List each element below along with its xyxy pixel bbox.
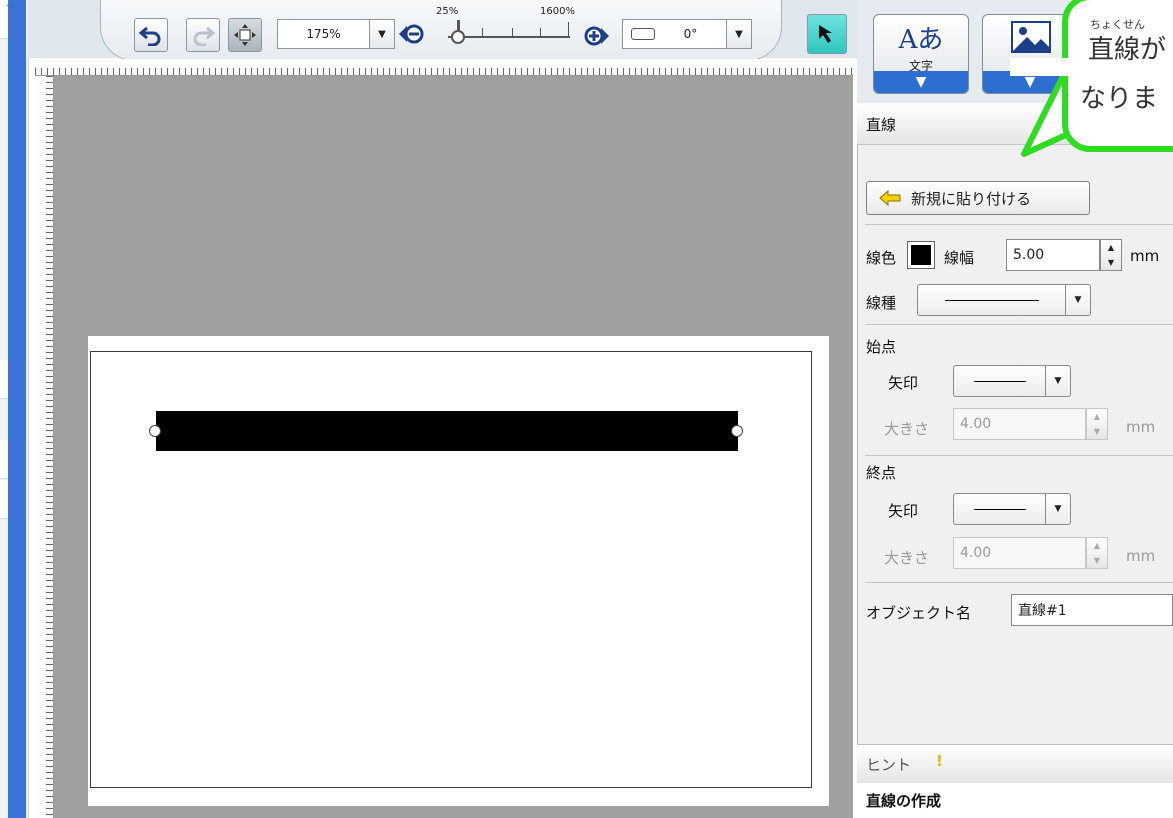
- paste-arrow-icon: [879, 190, 901, 206]
- start-size-label: 大きさ: [884, 420, 930, 438]
- zoom-min-label: 25%: [436, 6, 459, 17]
- end-size-stepper[interactable]: ▲ ▼: [1086, 537, 1108, 569]
- object-name-field[interactable]: 直線#1: [1011, 594, 1173, 626]
- object-name-label: オブジェクト名: [866, 604, 972, 622]
- line-type-select[interactable]: ▼: [917, 284, 1091, 316]
- line-type-preview: [918, 299, 1065, 301]
- zoom-slider-thumb[interactable]: [451, 30, 465, 44]
- redo-icon: [193, 26, 215, 46]
- hint-title: 直線の作成: [866, 792, 942, 810]
- chevron-down-icon[interactable]: ▼: [369, 20, 394, 48]
- start-arrow-preview: [954, 380, 1045, 382]
- insert-text-button[interactable]: Aあ 文字 ▼: [873, 14, 969, 94]
- zoom-out-icon: [399, 24, 424, 44]
- rotation-select[interactable]: 0° ▼: [622, 19, 752, 49]
- divider: [865, 324, 1173, 325]
- select-tool-button[interactable]: [807, 14, 847, 54]
- line-color-label: 線色: [866, 249, 897, 267]
- line-object[interactable]: [156, 411, 738, 451]
- divider: [865, 455, 1173, 456]
- line-color-fill: [911, 245, 931, 265]
- left-strip-row: [0, 480, 8, 519]
- zoom-tick: [568, 22, 569, 36]
- rotation-value: 0°: [683, 27, 698, 41]
- start-arrow-label: 矢印: [888, 374, 919, 392]
- zoom-tick: [482, 28, 483, 36]
- end-size-label: 大きさ: [884, 549, 930, 567]
- end-arrow-select[interactable]: ▼: [953, 493, 1071, 525]
- zoom-tick: [540, 28, 541, 36]
- start-point-label: 始点: [866, 338, 897, 356]
- divider: [865, 224, 1173, 225]
- line-width-unit: mm: [1130, 247, 1160, 265]
- chevron-down-icon[interactable]: ▼: [1045, 366, 1070, 396]
- hint-exclamation-icon: !: [936, 752, 943, 770]
- end-size-unit: mm: [1126, 547, 1156, 565]
- start-size-unit: mm: [1126, 418, 1156, 436]
- hint-header-label: ヒント: [866, 756, 912, 774]
- end-point-label: 終点: [866, 464, 897, 482]
- zoom-value: 175%: [306, 27, 341, 41]
- end-arrow-label: 矢印: [888, 502, 919, 520]
- line-width-label: 線幅: [944, 249, 975, 267]
- line-type-label: 線種: [866, 294, 897, 312]
- chevron-down-icon[interactable]: ▼: [874, 71, 968, 93]
- collapse-icon[interactable]: ◁: [6, 0, 16, 20]
- end-size-field[interactable]: 4.00: [953, 537, 1086, 569]
- divider: [865, 582, 1173, 583]
- left-strip-row: [0, 440, 8, 479]
- zoom-in-icon: [584, 26, 609, 46]
- start-size-stepper[interactable]: ▲ ▼: [1086, 408, 1108, 440]
- line-width-field[interactable]: 5.00: [1006, 239, 1100, 271]
- undo-icon: [139, 26, 161, 46]
- chevron-down-icon[interactable]: ▼: [1065, 285, 1090, 315]
- select-arrow-icon: [819, 25, 832, 43]
- line-width-stepper[interactable]: ▲ ▼: [1100, 239, 1122, 271]
- panel-title: 直線: [866, 116, 897, 134]
- zoom-max-label: 1600%: [540, 6, 575, 17]
- callout-tail-joint: [1010, 58, 1070, 76]
- line-color-swatch[interactable]: [907, 241, 935, 269]
- redo-button[interactable]: [186, 18, 220, 52]
- undo-button[interactable]: [134, 18, 168, 52]
- left-strip-row: [0, 360, 8, 399]
- callout-line1: 直線が: [1088, 35, 1167, 65]
- callout-line2: なりま: [1080, 84, 1159, 114]
- zoom-slider-track[interactable]: [448, 36, 570, 38]
- fit-page-icon: [234, 24, 256, 46]
- end-arrow-preview: [954, 508, 1045, 510]
- left-blue-bar: [8, 0, 26, 818]
- line-end-handle[interactable]: [731, 425, 743, 437]
- zoom-in-button[interactable]: [583, 22, 611, 50]
- ruler-horizontal: [35, 59, 853, 76]
- text-insert-icon: Aあ: [898, 25, 944, 55]
- rotation-swatch: [631, 28, 655, 40]
- chevron-down-icon[interactable]: ▼: [726, 20, 751, 48]
- chevron-down-icon[interactable]: ▼: [1045, 494, 1070, 524]
- line-start-handle[interactable]: [149, 425, 161, 437]
- zoom-tick: [512, 28, 513, 36]
- zoom-select[interactable]: 175% ▼: [277, 19, 395, 49]
- paste-new-button[interactable]: 新規に貼り付ける: [866, 181, 1090, 215]
- ruler-vertical: [35, 76, 54, 818]
- image-insert-icon: [1011, 21, 1051, 53]
- start-size-field[interactable]: 4.00: [953, 408, 1086, 440]
- zoom-out-button[interactable]: [397, 20, 425, 48]
- start-arrow-select[interactable]: ▼: [953, 365, 1071, 397]
- fit-page-button[interactable]: [228, 18, 262, 52]
- paste-new-label: 新規に貼り付ける: [911, 189, 1032, 208]
